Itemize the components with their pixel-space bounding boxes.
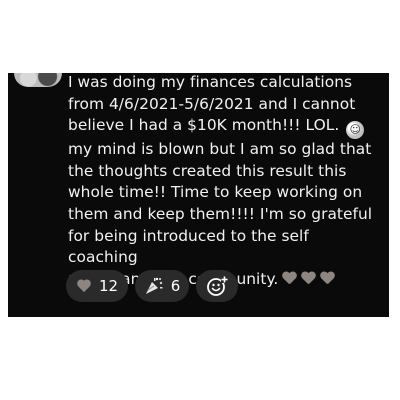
post-card: I was doing my finances calculations fro… (8, 73, 389, 317)
post-text-main: I was doing my finances calculations fro… (68, 73, 356, 135)
post-message: I was doing my finances calculations fro… (68, 73, 380, 290)
heart-icon (301, 272, 316, 286)
party-popper-icon (145, 277, 163, 294)
heart-icon (282, 272, 297, 286)
heart-emoji-group (282, 269, 339, 291)
add-reaction-button[interactable] (196, 270, 238, 302)
avatar[interactable] (14, 73, 62, 87)
add-reaction-icon (207, 276, 228, 296)
heart-icon (320, 272, 335, 286)
rolling-on-floor-laughing-icon: ☺ (346, 121, 365, 140)
post-text-rest: my mind is blown but I am so glad that t… (68, 140, 373, 288)
heart-icon (76, 279, 92, 293)
reaction-count: 12 (98, 277, 119, 295)
reaction-party-popper-button[interactable]: 6 (135, 270, 189, 302)
reaction-count: 6 (170, 277, 181, 295)
reaction-heart-button[interactable]: 12 (66, 270, 128, 302)
